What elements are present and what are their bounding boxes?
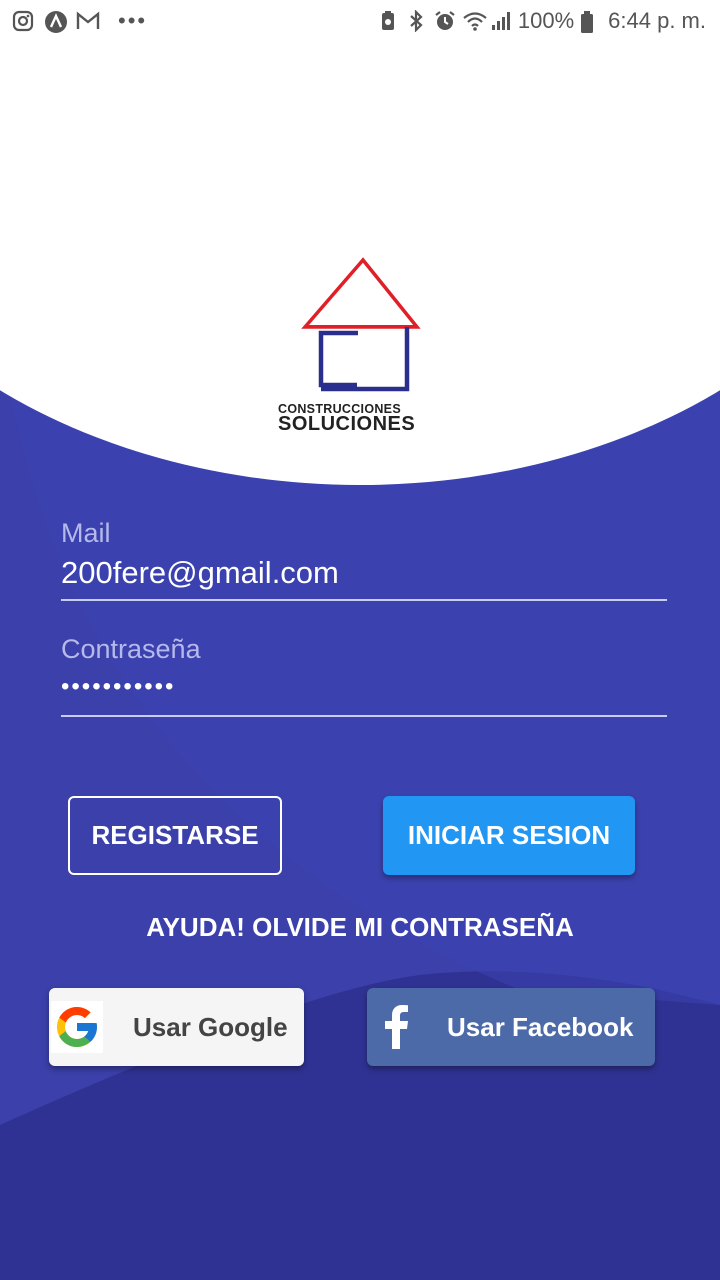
google-icon [51, 1001, 103, 1053]
password-label: Contraseña [61, 634, 201, 664]
password-input[interactable]: ••••••••••• [61, 673, 667, 701]
google-login-button[interactable]: Usar Google [49, 988, 304, 1066]
status-bar: ••• 100% 6:44 p. m. [0, 0, 720, 40]
forgot-password-link[interactable]: AYUDA! OLVIDE MI CONTRASEÑA [0, 912, 720, 943]
alarm-icon [434, 10, 456, 32]
house-logo-icon [301, 257, 421, 392]
facebook-button-label: Usar Facebook [447, 1011, 634, 1042]
battery-saver-icon [378, 10, 400, 32]
mail-input[interactable]: 200fere@gmail.com [61, 555, 667, 591]
google-button-label: Usar Google [133, 1011, 288, 1042]
logo-line-2: SOLUCIONES [278, 413, 416, 435]
more-notifications-icon: ••• [118, 8, 148, 33]
mail-underline [61, 599, 667, 601]
register-button[interactable]: REGISTARSE [68, 796, 282, 875]
instagram-icon [12, 10, 34, 32]
company-logo: CONSTRUCCIONES SOLUCIONES [270, 255, 450, 445]
battery-icon [580, 10, 602, 33]
mail-label: Mail [61, 518, 111, 548]
arc-app-icon [44, 10, 67, 33]
clock: 6:44 p. m. [608, 8, 706, 33]
wifi-icon [462, 10, 487, 32]
bluetooth-icon [406, 9, 428, 33]
facebook-login-button[interactable]: Usar Facebook [367, 988, 655, 1066]
mail-field[interactable]: Mail 200fere@gmail.com [61, 518, 667, 602]
battery-percent: 100% [517, 8, 575, 33]
gmail-icon [76, 10, 100, 32]
login-button[interactable]: INICIAR SESION [383, 796, 635, 875]
password-underline [61, 715, 667, 717]
password-field[interactable]: Contraseña ••••••••••• [61, 634, 667, 718]
facebook-icon [381, 1005, 411, 1049]
signal-icon [490, 10, 512, 32]
